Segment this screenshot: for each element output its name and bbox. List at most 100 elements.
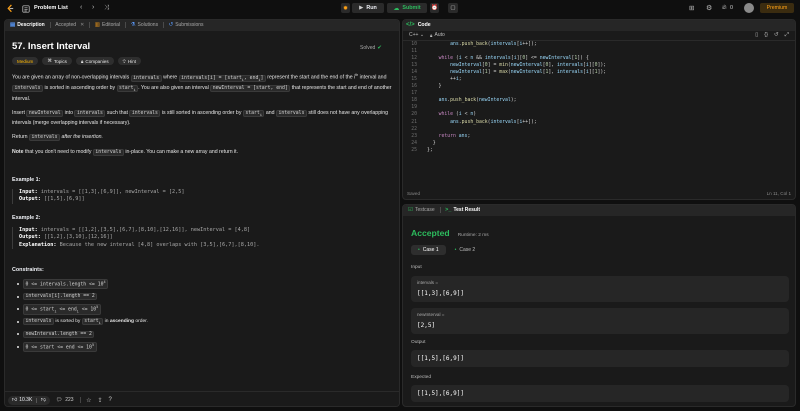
thumbs-down-icon[interactable]: 👎︎ xyxy=(41,397,46,403)
expand-icon[interactable]: ⤢ xyxy=(785,32,789,39)
problem-list-link[interactable]: Problem List xyxy=(34,5,68,11)
share-icon[interactable]: ⇪ xyxy=(97,397,102,404)
case-1-tab[interactable]: • Case 1 xyxy=(411,245,446,255)
leetcode-logo[interactable] xyxy=(6,4,15,13)
alarm-clock-icon: ⏰ xyxy=(431,5,438,11)
code-text: while (i < n && intervals[i][0] <= newIn… xyxy=(438,55,589,61)
companies-button[interactable]: 🔒︎ Companies xyxy=(75,57,114,65)
code-line[interactable]: 12 while (i < n && intervals[i][0] <= ne… xyxy=(403,55,795,62)
fire-count: 0 xyxy=(730,5,733,11)
code-text: while (i < n) xyxy=(438,112,477,118)
code-line[interactable]: 23 return ans; xyxy=(403,133,795,140)
code-line[interactable]: 22 xyxy=(403,126,795,133)
code-line[interactable]: 21 ans.push_back(intervals[i++]); xyxy=(403,119,795,126)
premium-button[interactable]: Premium xyxy=(760,3,794,13)
code-panel-title: Code xyxy=(417,22,431,29)
code-line[interactable]: 10 ans.push_back(intervals[i++]); xyxy=(403,41,795,48)
debug-button[interactable]: ✹ xyxy=(341,3,350,13)
code-text: return ans; xyxy=(438,133,471,139)
timer-button[interactable]: ⏰ xyxy=(430,3,439,13)
code-text: ans.push_back(intervals[i++]); xyxy=(450,119,537,125)
difficulty-badge[interactable]: Medium xyxy=(12,57,39,65)
notes-button[interactable]: ▢ xyxy=(448,3,458,13)
code-editor[interactable]: 10 ans.push_back(intervals[i++]); 11 12 wh… xyxy=(403,41,795,155)
play-icon: ▶ xyxy=(359,5,364,11)
description-panel: ▤ Description Accepted ✕ ▥ Editorial ⚗ S… xyxy=(4,19,400,407)
code-line[interactable]: 20 while (i < n) xyxy=(403,111,795,118)
tag-icon: ⌘ xyxy=(47,58,52,63)
tab-submissions[interactable]: ↺ Submissions xyxy=(164,20,209,31)
thumbs-up-icon: 👍︎ xyxy=(12,397,18,403)
tab-testcase[interactable]: ☑ Testcase xyxy=(403,205,440,216)
top-bar: Problem List ‹ › ⤨ ✹ ▶ Run ☁ Submit ⏰ ▢ … xyxy=(0,0,800,17)
input-label: Input xyxy=(411,265,422,270)
chevron-left-icon[interactable]: ‹ xyxy=(80,4,82,11)
code-panel: </> Code C++ ⌄ 🔒︎ Auto ▯ {} ↺ ⤢ 10 ans.pu… xyxy=(402,19,796,200)
constraints-title: Constraints: xyxy=(12,267,44,274)
solved-badge: Solved ✔ xyxy=(360,45,382,51)
comments-button[interactable]: 💬︎ 223 xyxy=(56,397,74,403)
description-footer: 👍︎ 10.3K 👎︎ 💬︎ 223 ☆ ⇪ ? xyxy=(5,391,399,406)
code-line[interactable]: 11 xyxy=(403,48,795,55)
left-tab-bar: ▤ Description Accepted ✕ ▥ Editorial ⚗ S… xyxy=(5,20,399,31)
line-number: 17 xyxy=(411,91,417,97)
auto-indicator: 🔒︎ Auto xyxy=(430,32,445,38)
line-number: 10 xyxy=(411,41,417,47)
submit-button[interactable]: ☁ Submit xyxy=(387,3,427,13)
tab-description[interactable]: ▤ Description xyxy=(5,20,50,31)
bookmark-icon[interactable]: ▯ xyxy=(755,32,758,39)
check-circle-icon: ✔ xyxy=(377,45,382,51)
paragraph-4: Note that you don't need to modify inter… xyxy=(12,148,239,156)
code-line[interactable]: 18 ans.push_back(newInterval); xyxy=(403,97,795,104)
flask-icon: ⚗ xyxy=(130,22,136,29)
example-2-block: Input: intervals = [[1,2],[3,5],[6,7],[8… xyxy=(12,226,392,250)
tab-test-result[interactable]: >_ Test Result xyxy=(440,205,485,216)
code-line[interactable]: 19 xyxy=(403,104,795,111)
list-icon[interactable] xyxy=(21,4,30,13)
line-number: 16 xyxy=(411,84,417,90)
language-select[interactable]: C++ ⌄ xyxy=(409,32,424,38)
code-text: newInterval[1] = max(newInterval[1], int… xyxy=(450,69,607,75)
run-button[interactable]: ▶ Run xyxy=(352,3,384,13)
avatar[interactable] xyxy=(744,3,754,13)
hint-button[interactable]: 💡︎ Hint xyxy=(117,57,142,65)
topics-button[interactable]: ⌘ Topics xyxy=(42,57,72,65)
shuffle-icon[interactable]: ⤨ xyxy=(104,4,109,12)
code-text: newInterval[0] = min(newInterval[0], int… xyxy=(450,62,607,68)
gear-icon[interactable]: ⚙ xyxy=(706,4,712,12)
list-item: 0 <= intervals.length <= 104 xyxy=(12,278,392,291)
code-line[interactable]: 17 xyxy=(403,90,795,97)
tab-accepted[interactable]: Accepted ✕ xyxy=(50,20,89,31)
line-number: 22 xyxy=(411,126,417,132)
tab-solutions[interactable]: ⚗ Solutions xyxy=(126,20,164,31)
code-line[interactable]: 13 newInterval[0] = min(newInterval[0], … xyxy=(403,62,795,69)
code-line[interactable]: 25}; xyxy=(403,147,795,154)
save-status: Saved xyxy=(407,191,421,196)
case-2-tab[interactable]: • Case 2 xyxy=(450,245,481,255)
tab-editorial[interactable]: ▥ Editorial xyxy=(90,20,125,31)
code-text: } xyxy=(427,140,436,146)
lock-icon: 🔒︎ xyxy=(80,58,84,64)
code-text: ++i; xyxy=(427,77,462,83)
lightbulb-icon: 💡︎ xyxy=(122,58,126,64)
layout-grid-icon[interactable]: ⊞ xyxy=(689,4,694,12)
close-icon[interactable]: ✕ xyxy=(80,22,84,28)
list-item: intervals is sorted by starti in ascendi… xyxy=(12,316,392,329)
code-line[interactable]: 14 newInterval[1] = max(newInterval[1], … xyxy=(403,69,795,76)
paragraph-1: You are given an array of non-overlappin… xyxy=(12,73,392,103)
chevron-right-icon[interactable]: › xyxy=(92,4,94,11)
help-icon[interactable]: ? xyxy=(109,397,112,403)
code-line[interactable]: 24 } xyxy=(403,140,795,147)
code-text: ans.push_back(newInterval); xyxy=(438,98,517,104)
code-line[interactable]: 15 ++i; xyxy=(403,76,795,83)
chevron-down-icon: ⌄ xyxy=(419,32,425,38)
history-icon: ↺ xyxy=(168,22,174,29)
code-line[interactable]: 16 } xyxy=(403,83,795,90)
like-button[interactable]: 👍︎ 10.3K 👎︎ xyxy=(8,395,50,405)
example-1-block: Input: intervals = [[1,3],[6,9]], newInt… xyxy=(12,188,392,204)
reset-icon[interactable]: ↺ xyxy=(774,32,779,39)
star-icon[interactable]: ☆ xyxy=(86,397,91,404)
expected-label: Expected xyxy=(411,375,432,380)
format-braces-icon[interactable]: {} xyxy=(764,32,768,39)
fire-icon[interactable]: 🔥︎ xyxy=(722,4,727,12)
